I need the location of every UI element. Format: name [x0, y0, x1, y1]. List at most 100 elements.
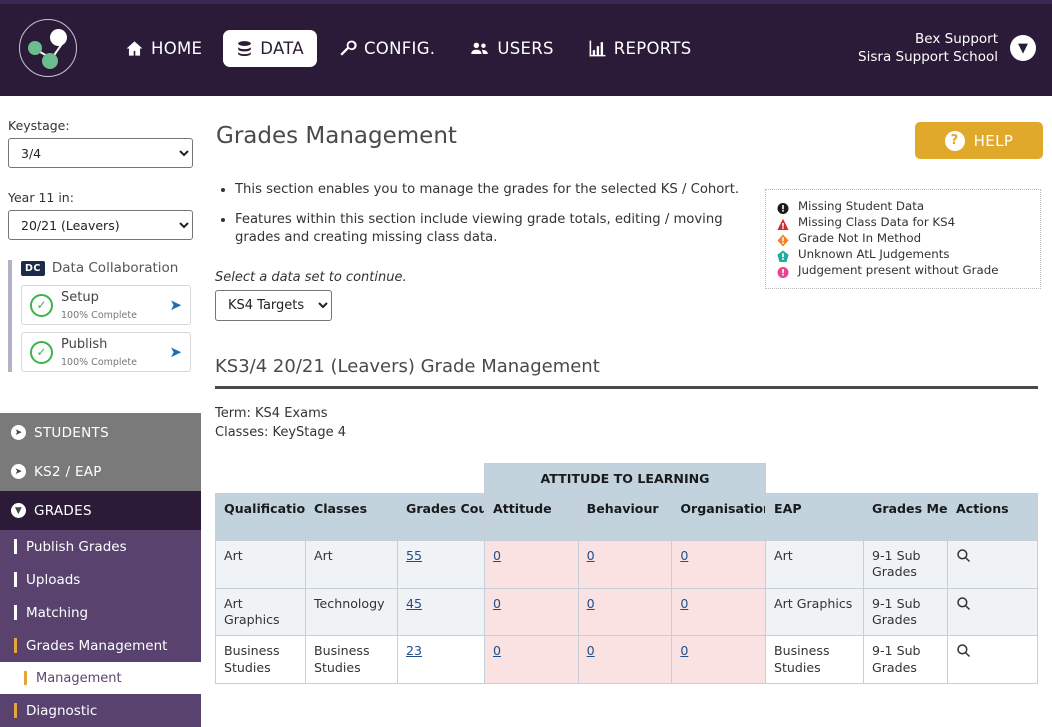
year-select[interactable]: 20/21 (Leavers): [8, 210, 193, 240]
menu-marker: [14, 572, 17, 587]
data-collaboration-block: DC Data Collaboration ✓ Setup 100% Compl…: [8, 260, 201, 372]
dc-publish-progress: 100% Complete: [61, 357, 137, 368]
cell-organisation[interactable]: 0: [671, 587, 766, 637]
help-button[interactable]: ? HELP: [915, 122, 1043, 159]
cell-grades-count[interactable]: 23: [397, 635, 485, 685]
column-header-attitude[interactable]: Attitude: [484, 492, 579, 541]
dataset-select[interactable]: KS4 Targets: [215, 290, 332, 322]
sidebar-item-diagnostic[interactable]: Diagnostic: [0, 694, 201, 727]
cell-attitude[interactable]: 0: [484, 635, 579, 685]
sisra-logo[interactable]: [0, 0, 96, 96]
cell-grades-count[interactable]: 45: [397, 587, 485, 637]
sidebar-item-uploads[interactable]: Uploads: [0, 563, 201, 596]
cell-grades-method: 9-1 Sub Grades: [863, 539, 948, 589]
legend-item-unknown-atl: Unknown AtL Judgements: [777, 247, 1029, 262]
column-header-behaviour[interactable]: Behaviour: [577, 492, 673, 541]
attitude-link[interactable]: 0: [493, 548, 501, 563]
chevron-right-icon: ➤: [11, 425, 26, 440]
cell-attitude[interactable]: 0: [484, 587, 579, 637]
column-header-organisation[interactable]: Organisation: [671, 492, 766, 541]
nav-item-home[interactable]: HOME: [112, 30, 215, 67]
menu-marker-active: [14, 703, 17, 718]
check-circle-icon: ✓: [30, 293, 53, 317]
cell-grades-count[interactable]: 55: [397, 539, 485, 589]
chevron-down-icon[interactable]: ▼: [1010, 35, 1036, 61]
column-header-grades-method[interactable]: Grades Method: [863, 492, 948, 541]
bar-chart-icon: [588, 39, 607, 58]
nav-item-reports[interactable]: REPORTS: [575, 30, 705, 67]
cell-classes: Art: [305, 539, 398, 589]
grades-count-link[interactable]: 55: [406, 548, 422, 563]
keystage-select[interactable]: 3/4: [8, 138, 193, 168]
behaviour-link[interactable]: 0: [587, 643, 595, 658]
cell-actions[interactable]: [947, 587, 1038, 637]
sidebar-item-students[interactable]: ➤ STUDENTS: [0, 413, 201, 452]
column-header-grades-count[interactable]: Grades Count: [397, 492, 485, 541]
legend-item-grade-not-in-method: Grade Not In Method: [777, 231, 1029, 246]
cell-behaviour[interactable]: 0: [577, 635, 673, 685]
grade-management-section-title: KS3/4 20/21 (Leavers) Grade Management: [215, 356, 1038, 390]
intro-bullet-list: This section enables you to manage the g…: [221, 181, 766, 248]
column-header-qualification-name[interactable]: Qualification Name: [215, 492, 306, 541]
cell-classes: Business Studies: [305, 635, 398, 685]
sidebar-item-grades[interactable]: ▼ GRADES: [0, 491, 201, 530]
search-icon[interactable]: [956, 548, 971, 563]
cell-actions[interactable]: [947, 539, 1038, 589]
organisation-link[interactable]: 0: [680, 548, 688, 563]
cell-behaviour[interactable]: 0: [577, 539, 673, 589]
column-header-eap[interactable]: EAP: [765, 492, 864, 541]
table-row: Business Studies Business Studies 23 0 0…: [215, 635, 1038, 685]
legend-label-1: Missing Student Data: [798, 199, 925, 213]
cell-organisation[interactable]: 0: [671, 635, 766, 685]
missing-class-data-icon: [777, 216, 789, 230]
legend-label-5: Judgement present without Grade: [798, 263, 999, 277]
blank-header-cell: [863, 463, 948, 494]
attitude-link[interactable]: 0: [493, 643, 501, 658]
column-header-classes[interactable]: Classes: [305, 492, 398, 541]
nav-label-data: DATA: [260, 38, 304, 58]
legend-label-2: Missing Class Data for KS4: [798, 215, 956, 229]
sidebar-item-management[interactable]: Management: [0, 662, 201, 694]
dc-card-setup[interactable]: ✓ Setup 100% Complete ➤: [21, 285, 191, 325]
grade-not-in-method-icon: [777, 232, 789, 246]
legend-item-missing-student-data: Missing Student Data: [777, 199, 1029, 214]
arrow-circle-right-icon[interactable]: ➤: [169, 296, 182, 314]
attitude-link[interactable]: 0: [493, 596, 501, 611]
cell-qualification: Art Graphics: [215, 587, 306, 637]
nav-item-users[interactable]: USERS: [456, 30, 566, 67]
grades-count-link[interactable]: 45: [406, 596, 422, 611]
atl-group-header: ATTITUDE TO LEARNING: [484, 462, 766, 494]
nav-item-data[interactable]: DATA: [223, 29, 317, 67]
grades-count-link[interactable]: 23: [406, 643, 422, 658]
grades-table: ATTITUDE TO LEARNING Qualification Name …: [215, 462, 1038, 685]
dc-card-publish[interactable]: ✓ Publish 100% Complete ➤: [21, 332, 191, 372]
sidebar-label-grades: GRADES: [34, 502, 92, 519]
cell-attitude[interactable]: 0: [484, 539, 579, 589]
search-icon[interactable]: [956, 596, 971, 611]
top-navigation-bar: HOME DATA CONFIG. USERS REPORTS Bex Supp…: [0, 0, 1052, 96]
sidebar-item-ks2-eap[interactable]: ➤ KS2 / EAP: [0, 452, 201, 491]
sidebar-item-grades-management[interactable]: Grades Management: [0, 629, 201, 662]
sidebar-label-uploads: Uploads: [26, 571, 81, 588]
search-icon[interactable]: [956, 643, 971, 658]
sidebar-item-matching[interactable]: Matching: [0, 596, 201, 629]
organisation-link[interactable]: 0: [680, 596, 688, 611]
keystage-label: Keystage:: [8, 118, 70, 133]
user-account-menu[interactable]: Bex Support Sisra Support School ▼: [858, 30, 1036, 66]
cell-organisation[interactable]: 0: [671, 539, 766, 589]
menu-marker: [14, 539, 17, 554]
behaviour-link[interactable]: 0: [587, 548, 595, 563]
arrow-circle-right-icon[interactable]: ➤: [169, 343, 182, 361]
main-content: Grades Management ? HELP This section en…: [201, 96, 1052, 713]
behaviour-link[interactable]: 0: [587, 596, 595, 611]
sidebar-item-publish-grades[interactable]: Publish Grades: [0, 530, 201, 563]
cell-classes: Technology: [305, 587, 398, 637]
column-header-actions[interactable]: Actions: [947, 492, 1038, 541]
cell-actions[interactable]: [947, 635, 1038, 685]
blank-header-cell: [397, 463, 485, 494]
sidebar-label-matching: Matching: [26, 604, 89, 621]
cell-behaviour[interactable]: 0: [577, 587, 673, 637]
organisation-link[interactable]: 0: [680, 643, 688, 658]
nav-item-config[interactable]: CONFIG.: [325, 30, 448, 67]
user-info: Bex Support Sisra Support School: [858, 30, 998, 66]
